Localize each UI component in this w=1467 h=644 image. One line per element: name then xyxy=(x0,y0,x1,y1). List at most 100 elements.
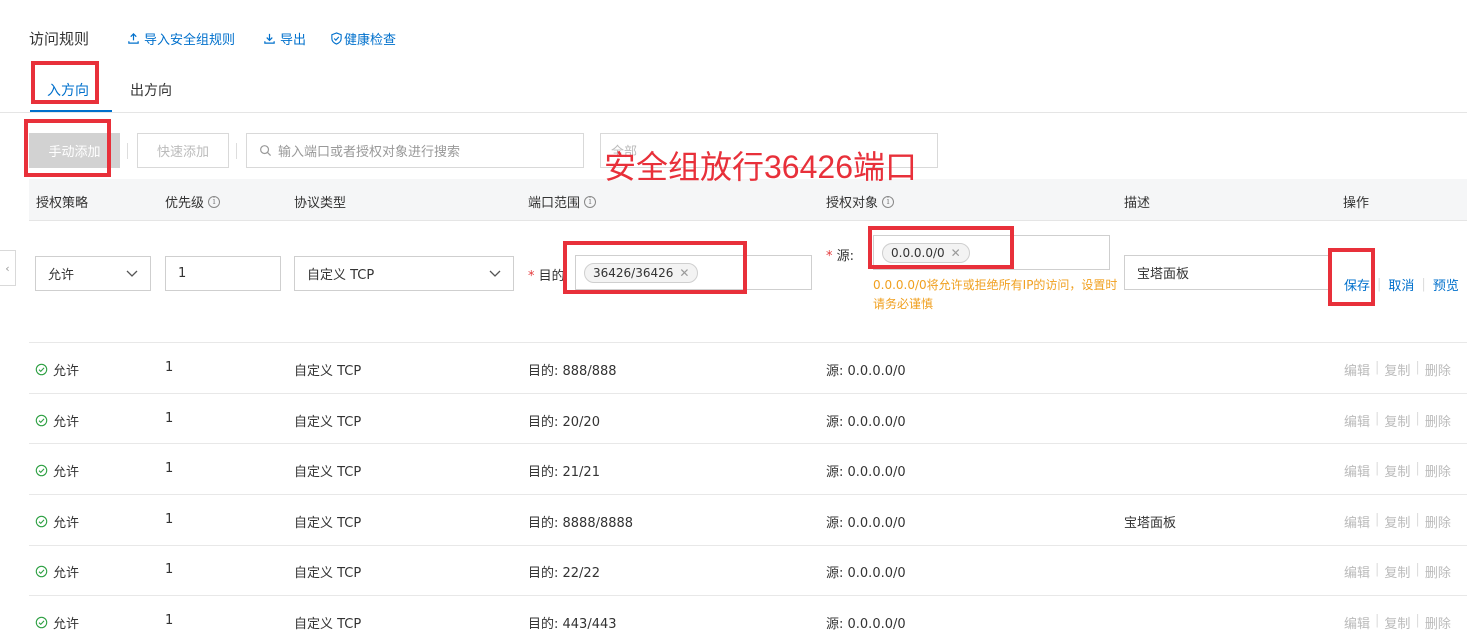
copy-button[interactable]: 复制 xyxy=(1384,562,1410,581)
edit-button[interactable]: 编辑 xyxy=(1344,562,1370,581)
row-divider xyxy=(29,342,1467,343)
action-separator: | xyxy=(1377,277,1382,292)
port-cell: 目的: 20/20 xyxy=(528,415,600,430)
edit-button[interactable]: 编辑 xyxy=(1344,411,1370,430)
port-label: 目的 xyxy=(538,269,565,284)
delete-button[interactable]: 删除 xyxy=(1425,562,1451,581)
source-cell: 源: 0.0.0.0/0 xyxy=(826,617,906,632)
protocol-cell: 自定义 TCP xyxy=(294,465,362,480)
row-divider xyxy=(29,545,1467,546)
action-separator: | xyxy=(1375,512,1380,527)
col-auth-object: 授权对象 i xyxy=(826,192,895,211)
action-separator: | xyxy=(1375,562,1380,577)
port-cell: 目的: 22/22 xyxy=(528,566,600,581)
col-priority: 优先级 i xyxy=(165,192,221,211)
protocol-cell: 自定义 TCP xyxy=(294,566,362,581)
priority-cell: 1 xyxy=(165,613,174,628)
chevron-down-icon xyxy=(489,270,501,277)
import-rules-button[interactable]: 导入安全组规则 xyxy=(127,29,235,48)
row-divider xyxy=(29,393,1467,394)
priority-input[interactable]: 1 xyxy=(165,256,281,291)
priority-cell: 1 xyxy=(165,512,174,527)
protocol-cell: 自定义 TCP xyxy=(294,415,362,430)
col-policy-label: 授权策略 xyxy=(36,196,89,211)
edit-button[interactable]: 编辑 xyxy=(1344,512,1370,531)
annotation-box-port xyxy=(563,241,747,294)
row-divider xyxy=(29,494,1467,495)
tab-outbound[interactable]: 出方向 xyxy=(130,80,172,100)
action-separator: | xyxy=(1375,360,1380,375)
row-actions: 编辑 | 复制 | 删除 xyxy=(1344,613,1451,632)
description-input[interactable]: 宝塔面板 xyxy=(1124,255,1332,290)
priority-cell: 1 xyxy=(165,360,174,375)
required-marker: * xyxy=(826,249,837,264)
page-title: 访问规则 xyxy=(29,30,90,48)
policy-select[interactable]: 允许 xyxy=(35,256,151,291)
annotation-box-inbound-tab xyxy=(31,61,99,104)
collapse-sidebar-handle[interactable]: ‹ xyxy=(0,250,16,286)
annotation-box-source xyxy=(868,226,1014,269)
check-circle-icon xyxy=(35,565,48,578)
delete-button[interactable]: 删除 xyxy=(1425,461,1451,480)
export-button[interactable]: 导出 xyxy=(263,29,306,48)
copy-button[interactable]: 复制 xyxy=(1384,512,1410,531)
preview-button[interactable]: 预览 xyxy=(1433,275,1459,294)
edit-button[interactable]: 编辑 xyxy=(1344,360,1370,379)
health-check-label: 健康检查 xyxy=(344,33,397,48)
delete-button[interactable]: 删除 xyxy=(1425,411,1451,430)
policy-cell: 允许 xyxy=(35,613,79,632)
upload-icon xyxy=(128,33,139,44)
row-actions: 编辑 | 复制 | 删除 xyxy=(1344,461,1451,480)
edit-button[interactable]: 编辑 xyxy=(1344,613,1370,632)
col-port-range: 端口范围 i xyxy=(528,192,597,211)
policy-value: 允许 xyxy=(53,516,80,531)
action-separator: | xyxy=(1375,411,1380,426)
info-icon[interactable]: i xyxy=(882,195,895,208)
edit-button[interactable]: 编辑 xyxy=(1344,461,1370,480)
info-icon[interactable]: i xyxy=(584,195,597,208)
annotation-box-manual-add xyxy=(24,119,111,177)
download-icon xyxy=(264,33,275,44)
info-icon[interactable]: i xyxy=(208,195,221,208)
protocol-select[interactable]: 自定义 TCP xyxy=(294,256,514,291)
quick-add-button[interactable]: 快速添加 xyxy=(137,133,229,168)
search-placeholder: 输入端口或者授权对象进行搜索 xyxy=(278,145,461,160)
delete-button[interactable]: 删除 xyxy=(1425,360,1451,379)
port-field-label: * 目的 xyxy=(528,265,565,284)
source-field-label: * 源: xyxy=(826,245,854,264)
policy-value: 允许 xyxy=(53,415,80,430)
copy-button[interactable]: 复制 xyxy=(1384,411,1410,430)
policy-select-value: 允许 xyxy=(48,268,75,283)
chevron-down-icon xyxy=(126,270,138,277)
row-divider xyxy=(29,595,1467,596)
col-description: 描述 xyxy=(1124,192,1150,211)
action-separator: | xyxy=(1415,562,1420,577)
row-actions: 编辑 | 复制 | 删除 xyxy=(1344,512,1451,531)
col-protocol-label: 协议类型 xyxy=(294,196,347,211)
col-description-label: 描述 xyxy=(1124,196,1151,211)
protocol-select-value: 自定义 TCP xyxy=(307,268,375,283)
action-separator: | xyxy=(1375,461,1380,476)
cancel-button[interactable]: 取消 xyxy=(1388,275,1414,294)
policy-cell: 允许 xyxy=(35,512,79,531)
copy-button[interactable]: 复制 xyxy=(1384,613,1410,632)
policy-value: 允许 xyxy=(53,617,80,632)
annotation-box-save xyxy=(1328,248,1375,306)
copy-button[interactable]: 复制 xyxy=(1384,461,1410,480)
description-cell: 宝塔面板 xyxy=(1124,516,1177,531)
action-separator: | xyxy=(1415,360,1420,375)
delete-button[interactable]: 删除 xyxy=(1425,613,1451,632)
check-circle-icon xyxy=(35,616,48,629)
check-circle-icon xyxy=(35,464,48,477)
health-check-button[interactable]: 健康检查 xyxy=(330,29,396,48)
delete-button[interactable]: 删除 xyxy=(1425,512,1451,531)
source-cell: 源: 0.0.0.0/0 xyxy=(826,465,906,480)
col-auth-object-label: 授权对象 xyxy=(826,196,879,211)
import-rules-label: 导入安全组规则 xyxy=(144,33,236,48)
check-circle-icon xyxy=(35,414,48,427)
search-input[interactable]: 输入端口或者授权对象进行搜索 xyxy=(246,133,584,168)
export-label: 导出 xyxy=(280,33,307,48)
source-cell: 源: 0.0.0.0/0 xyxy=(826,566,906,581)
copy-button[interactable]: 复制 xyxy=(1384,360,1410,379)
tab-divider xyxy=(0,112,1467,113)
